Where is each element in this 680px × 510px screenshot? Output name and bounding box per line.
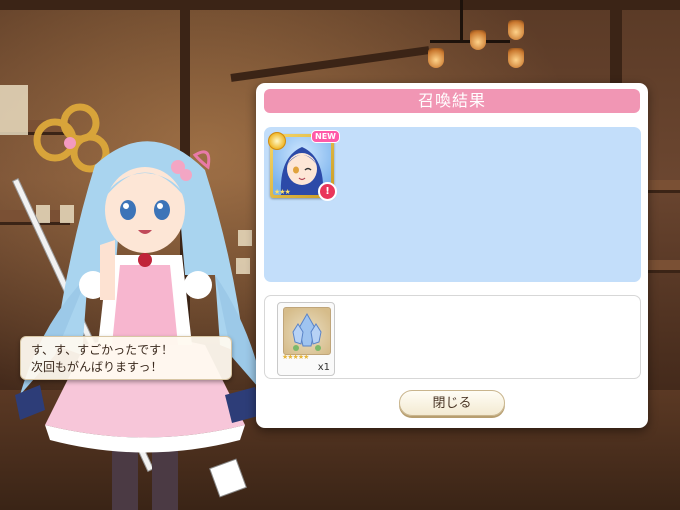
- attribute-sun-icon: [268, 132, 286, 150]
- character-card[interactable]: NEW ! ★★★: [268, 130, 340, 201]
- crystal-item-icon: [283, 307, 331, 355]
- item-slot[interactable]: ★★★★★ x1: [277, 302, 335, 376]
- character-illustration: [11, 103, 265, 510]
- obtained-items-area: ★★★★★ x1: [264, 295, 641, 379]
- dialogue-line-2: 次回もがんばりますっ！: [31, 360, 163, 374]
- close-button[interactable]: 閉じる: [399, 390, 505, 416]
- dialogue-line-1: す、す、すごかったです！: [31, 343, 174, 357]
- character-dialogue-box: す、す、すごかったです！ 次回もがんばりますっ！: [20, 336, 232, 380]
- new-badge: NEW: [311, 130, 340, 143]
- summoned-characters-area: NEW ! ★★★: [264, 127, 641, 282]
- rarity-stars-icon: ★★★: [274, 188, 291, 196]
- panel-title: 召喚結果: [264, 89, 640, 113]
- item-quantity: x1: [317, 362, 330, 373]
- alert-icon: !: [318, 182, 337, 201]
- item-rarity-stars-icon: ★★★★★: [282, 353, 309, 361]
- summon-result-panel: 召喚結果 NEW ! ★★★ ★★★★★ x1 閉じる: [256, 83, 648, 428]
